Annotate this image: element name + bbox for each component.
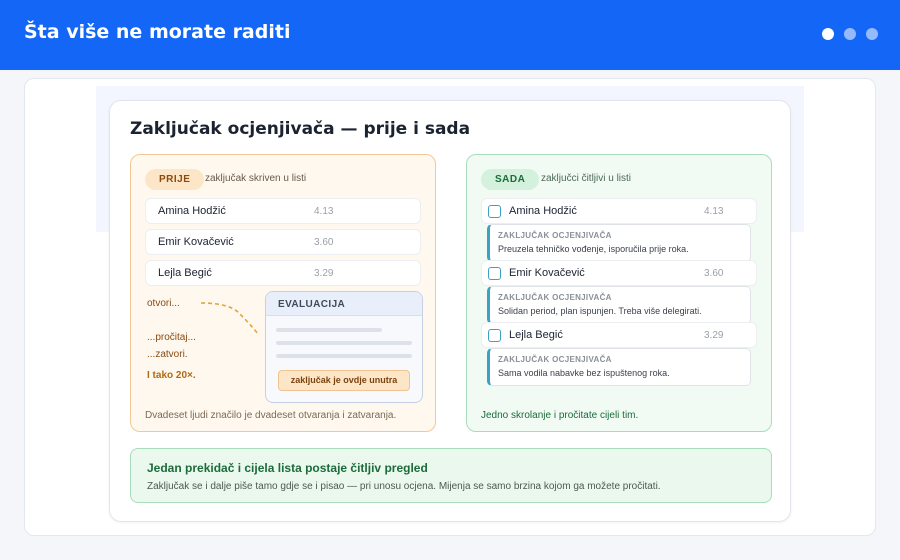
summary-banner: Jedan prekidač i cijela lista postaje či… [130,448,772,503]
dashed-arrow-icon [200,302,260,336]
note-label: ZAKLJUČAK OCJENJIVAČA [498,231,612,240]
conclusion-note: ZAKLJUČAK OCJENJIVAČA Solidan period, pl… [487,286,751,324]
after-caption: zaključci čitljivi u listi [541,173,632,184]
list-row[interactable]: Emir Kovačević 3.60 [145,229,421,255]
before-caption: zaključak skriven u listi [205,173,307,184]
card-title: Zaključak ocjenjivača — prije i sada [130,119,471,139]
header-bar: Šta više ne morate raditi [0,0,900,70]
checkbox[interactable] [488,329,501,342]
note-text: Sama vodila nabavke bez ispuštenog roka. [498,368,670,378]
list-row[interactable]: Emir Kovačević 3.60 [481,260,757,286]
before-badge: PRIJE [145,169,205,190]
banner-title: Jedan prekidač i cijela lista postaje či… [147,461,428,475]
employee-score: 3.29 [314,268,334,279]
employee-name: Amina Hodžić [509,205,577,217]
list-row[interactable]: Lejla Begić 3.29 [481,322,757,348]
employee-score: 4.13 [314,206,334,217]
employee-score: 3.29 [704,330,724,341]
employee-score: 4.13 [704,206,724,217]
after-badge: SADA [481,169,540,190]
step-repeat: I tako 20×. [147,370,196,381]
banner-text: Zaključak se i dalje piše tamo gdje se i… [147,481,661,492]
before-footer: Dvadeset ljudi značilo je dvadeset otvar… [145,410,397,421]
comparison-card: Zaključak ocjenjivača — prije i sada PRI… [109,100,791,522]
slide-dot-2[interactable] [844,28,856,40]
conclusion-note: ZAKLJUČAK OCJENJIVAČA Sama vodila nabavk… [487,348,751,386]
note-label: ZAKLJUČAK OCJENJIVAČA [498,355,612,364]
slide-indicator [822,28,878,40]
after-footer: Jedno skrolanje i pročitate cijeli tim. [481,410,639,421]
slide-dot-3[interactable] [866,28,878,40]
step-read: ...pročitaj... [147,332,196,343]
conclusion-chip: zaključak je ovdje unutra [278,370,410,391]
placeholder-line [276,341,412,345]
list-row[interactable]: Amina Hodžić 4.13 [145,198,421,224]
evaluation-modal: EVALUACIJA zaključak je ovdje unutra [265,291,423,403]
placeholder-line [276,354,412,358]
conclusion-note: ZAKLJUČAK OCJENJIVAČA Preuzela tehničko … [487,224,751,262]
note-text: Solidan period, plan ispunjen. Treba viš… [498,306,702,316]
placeholder-line [276,328,382,332]
after-panel: SADA zaključci čitljivi u listi Amina Ho… [466,154,772,432]
checkbox[interactable] [488,267,501,280]
modal-title: EVALUACIJA [266,292,422,316]
note-text: Preuzela tehničko vođenje, isporučila pr… [498,244,689,254]
page-title: Šta više ne morate raditi [24,21,291,43]
before-panel: PRIJE zaključak skriven u listi Amina Ho… [130,154,436,432]
employee-name: Amina Hodžić [158,205,226,217]
step-open: otvori... [147,298,180,309]
note-label: ZAKLJUČAK OCJENJIVAČA [498,293,612,302]
employee-name: Lejla Begić [158,267,212,279]
employee-score: 3.60 [314,237,334,248]
employee-name: Emir Kovačević [158,236,234,248]
list-row[interactable]: Amina Hodžić 4.13 [481,198,757,224]
employee-name: Emir Kovačević [509,267,585,279]
step-close: ...zatvori. [147,349,188,360]
list-row[interactable]: Lejla Begić 3.29 [145,260,421,286]
employee-score: 3.60 [704,268,724,279]
employee-name: Lejla Begić [509,329,563,341]
slide-dot-1[interactable] [822,28,834,40]
checkbox[interactable] [488,205,501,218]
